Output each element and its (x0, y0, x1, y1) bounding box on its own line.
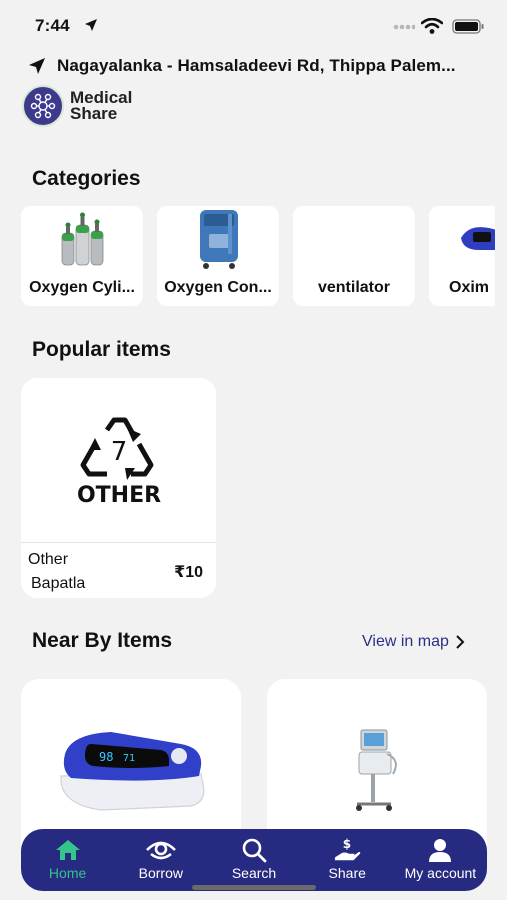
tab-borrow[interactable]: Borrow (114, 829, 207, 891)
item-price: ₹10 (174, 564, 203, 581)
tab-my-account[interactable]: My account (394, 829, 487, 891)
svg-text:$: $ (343, 837, 351, 851)
svg-text:98: 98 (99, 750, 113, 764)
oxygen-concentrator-image (157, 208, 279, 272)
recycle-text: OTHER (76, 483, 160, 508)
category-card-ventilator[interactable]: ventilator (293, 206, 415, 306)
oximeter-image (429, 208, 495, 272)
category-image-empty (293, 208, 415, 272)
view-in-map-label: View in map (362, 633, 449, 650)
app-logo: Medical Share (22, 85, 162, 127)
recycle-number: 7 (110, 437, 127, 467)
popular-items-title: Popular items (32, 338, 171, 361)
categories-title: Categories (32, 167, 141, 190)
category-label: Oxygen Con... (164, 279, 272, 296)
home-icon (55, 840, 80, 860)
tab-label: Share (328, 865, 366, 881)
navigation-arrow-icon (29, 58, 45, 74)
logo-line-2: Share (70, 104, 118, 123)
category-label: Oxygen Cyli... (29, 279, 135, 296)
categories-carousel[interactable]: Oxygen Cyli... Oxygen Con... ventilator … (21, 206, 495, 306)
tab-label: Borrow (138, 865, 183, 881)
recycle-other-icon: 7 OTHER (21, 378, 216, 542)
signal-dots-icon (393, 24, 415, 30)
chevron-right-icon (456, 635, 465, 649)
status-bar: 7:44 (0, 0, 507, 50)
user-icon (429, 839, 452, 862)
tab-search[interactable]: Search (207, 829, 300, 891)
tab-label: Home (48, 865, 87, 881)
location-selector[interactable]: Nagayalanka - Hamsaladeevi Rd, Thippa Pa… (28, 52, 503, 80)
home-indicator (192, 885, 316, 890)
pulse-oximeter-image: 98 71 (21, 699, 241, 839)
current-address: Nagayalanka - Hamsaladeevi Rd, Thippa Pa… (57, 56, 456, 75)
tab-label: Search (231, 865, 277, 881)
popular-item-card[interactable]: 7 OTHER Other Bapatla ₹10 (21, 378, 216, 598)
oxygen-cylinder-image (21, 208, 143, 272)
category-card-oximeter[interactable]: Oxim (429, 206, 495, 306)
eye-icon (145, 841, 176, 860)
tab-home[interactable]: Home (21, 829, 114, 891)
battery-icon (452, 19, 484, 34)
status-time: 7:44 (35, 16, 70, 35)
category-card-oxygen-concentrator[interactable]: Oxygen Con... (157, 206, 279, 306)
nearby-items-title: Near By Items (32, 629, 173, 652)
bottom-tab-bar: Home Borrow Search $ Share My account (21, 829, 487, 891)
location-arrow-icon (85, 19, 97, 31)
item-location: Bapatla (31, 575, 86, 592)
category-label: Oxim (449, 279, 490, 296)
tab-share[interactable]: $ Share (301, 829, 394, 891)
category-card-oxygen-cylinder[interactable]: Oxygen Cyli... (21, 206, 143, 306)
logo-molecule-icon (22, 85, 64, 127)
ventilator-image (267, 699, 487, 839)
svg-text:71: 71 (123, 753, 135, 764)
search-icon (242, 838, 267, 863)
card-divider (21, 542, 216, 543)
tab-label: My account (404, 865, 477, 881)
share-hand-dollar-icon: $ (335, 837, 361, 861)
wifi-icon (421, 18, 443, 34)
category-label: ventilator (317, 279, 390, 296)
logo-text: Medical Share (70, 89, 132, 123)
item-name: Other (28, 551, 69, 568)
view-in-map-link[interactable]: View in map (362, 633, 465, 651)
